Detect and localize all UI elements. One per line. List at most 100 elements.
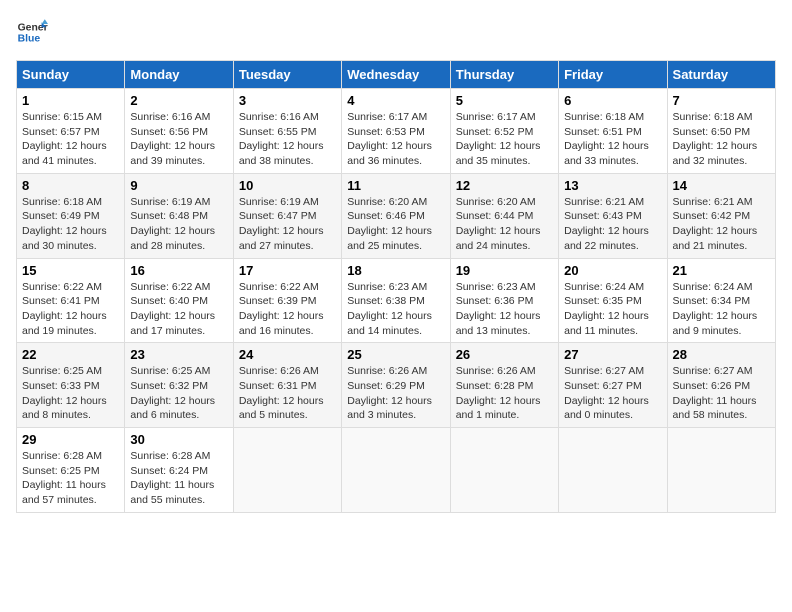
calendar-cell <box>667 428 775 513</box>
calendar-cell: 3 Sunrise: 6:16 AM Sunset: 6:55 PM Dayli… <box>233 89 341 174</box>
calendar-cell: 28 Sunrise: 6:27 AM Sunset: 6:26 PM Dayl… <box>667 343 775 428</box>
day-number: 6 <box>564 93 661 108</box>
day-detail: Sunrise: 6:24 AM Sunset: 6:34 PM Dayligh… <box>673 280 770 339</box>
day-detail: Sunrise: 6:16 AM Sunset: 6:56 PM Dayligh… <box>130 110 227 169</box>
col-header-sunday: Sunday <box>17 61 125 89</box>
calendar-cell: 26 Sunrise: 6:26 AM Sunset: 6:28 PM Dayl… <box>450 343 558 428</box>
logo-icon: General Blue <box>16 16 48 48</box>
day-detail: Sunrise: 6:21 AM Sunset: 6:42 PM Dayligh… <box>673 195 770 254</box>
day-detail: Sunrise: 6:26 AM Sunset: 6:31 PM Dayligh… <box>239 364 336 423</box>
day-detail: Sunrise: 6:22 AM Sunset: 6:40 PM Dayligh… <box>130 280 227 339</box>
calendar-cell: 30 Sunrise: 6:28 AM Sunset: 6:24 PM Dayl… <box>125 428 233 513</box>
calendar-header-row: SundayMondayTuesdayWednesdayThursdayFrid… <box>17 61 776 89</box>
day-detail: Sunrise: 6:27 AM Sunset: 6:26 PM Dayligh… <box>673 364 770 423</box>
calendar-cell: 10 Sunrise: 6:19 AM Sunset: 6:47 PM Dayl… <box>233 173 341 258</box>
day-detail: Sunrise: 6:23 AM Sunset: 6:36 PM Dayligh… <box>456 280 553 339</box>
day-number: 8 <box>22 178 119 193</box>
day-detail: Sunrise: 6:18 AM Sunset: 6:49 PM Dayligh… <box>22 195 119 254</box>
calendar-week-1: 1 Sunrise: 6:15 AM Sunset: 6:57 PM Dayli… <box>17 89 776 174</box>
col-header-monday: Monday <box>125 61 233 89</box>
day-number: 4 <box>347 93 444 108</box>
day-detail: Sunrise: 6:25 AM Sunset: 6:32 PM Dayligh… <box>130 364 227 423</box>
day-number: 13 <box>564 178 661 193</box>
day-number: 12 <box>456 178 553 193</box>
calendar-week-3: 15 Sunrise: 6:22 AM Sunset: 6:41 PM Dayl… <box>17 258 776 343</box>
calendar-cell: 9 Sunrise: 6:19 AM Sunset: 6:48 PM Dayli… <box>125 173 233 258</box>
col-header-thursday: Thursday <box>450 61 558 89</box>
calendar-cell: 5 Sunrise: 6:17 AM Sunset: 6:52 PM Dayli… <box>450 89 558 174</box>
day-number: 21 <box>673 263 770 278</box>
calendar-cell: 23 Sunrise: 6:25 AM Sunset: 6:32 PM Dayl… <box>125 343 233 428</box>
day-detail: Sunrise: 6:24 AM Sunset: 6:35 PM Dayligh… <box>564 280 661 339</box>
day-number: 3 <box>239 93 336 108</box>
day-number: 5 <box>456 93 553 108</box>
day-detail: Sunrise: 6:22 AM Sunset: 6:39 PM Dayligh… <box>239 280 336 339</box>
day-number: 7 <box>673 93 770 108</box>
day-detail: Sunrise: 6:22 AM Sunset: 6:41 PM Dayligh… <box>22 280 119 339</box>
calendar-cell: 16 Sunrise: 6:22 AM Sunset: 6:40 PM Dayl… <box>125 258 233 343</box>
calendar-table: SundayMondayTuesdayWednesdayThursdayFrid… <box>16 60 776 513</box>
calendar-cell: 20 Sunrise: 6:24 AM Sunset: 6:35 PM Dayl… <box>559 258 667 343</box>
day-number: 19 <box>456 263 553 278</box>
calendar-cell: 6 Sunrise: 6:18 AM Sunset: 6:51 PM Dayli… <box>559 89 667 174</box>
day-number: 25 <box>347 347 444 362</box>
day-number: 16 <box>130 263 227 278</box>
calendar-cell: 21 Sunrise: 6:24 AM Sunset: 6:34 PM Dayl… <box>667 258 775 343</box>
day-number: 18 <box>347 263 444 278</box>
day-number: 17 <box>239 263 336 278</box>
day-number: 9 <box>130 178 227 193</box>
day-detail: Sunrise: 6:20 AM Sunset: 6:44 PM Dayligh… <box>456 195 553 254</box>
calendar-cell <box>342 428 450 513</box>
calendar-cell: 19 Sunrise: 6:23 AM Sunset: 6:36 PM Dayl… <box>450 258 558 343</box>
day-number: 27 <box>564 347 661 362</box>
day-detail: Sunrise: 6:26 AM Sunset: 6:28 PM Dayligh… <box>456 364 553 423</box>
svg-text:General: General <box>18 22 48 33</box>
day-detail: Sunrise: 6:17 AM Sunset: 6:53 PM Dayligh… <box>347 110 444 169</box>
calendar-week-2: 8 Sunrise: 6:18 AM Sunset: 6:49 PM Dayli… <box>17 173 776 258</box>
day-number: 28 <box>673 347 770 362</box>
day-detail: Sunrise: 6:26 AM Sunset: 6:29 PM Dayligh… <box>347 364 444 423</box>
day-detail: Sunrise: 6:19 AM Sunset: 6:48 PM Dayligh… <box>130 195 227 254</box>
calendar-cell <box>233 428 341 513</box>
calendar-cell: 4 Sunrise: 6:17 AM Sunset: 6:53 PM Dayli… <box>342 89 450 174</box>
day-detail: Sunrise: 6:23 AM Sunset: 6:38 PM Dayligh… <box>347 280 444 339</box>
day-detail: Sunrise: 6:21 AM Sunset: 6:43 PM Dayligh… <box>564 195 661 254</box>
page-header: General Blue <box>16 16 776 48</box>
calendar-cell: 29 Sunrise: 6:28 AM Sunset: 6:25 PM Dayl… <box>17 428 125 513</box>
day-detail: Sunrise: 6:15 AM Sunset: 6:57 PM Dayligh… <box>22 110 119 169</box>
calendar-cell: 2 Sunrise: 6:16 AM Sunset: 6:56 PM Dayli… <box>125 89 233 174</box>
calendar-cell: 1 Sunrise: 6:15 AM Sunset: 6:57 PM Dayli… <box>17 89 125 174</box>
calendar-cell <box>450 428 558 513</box>
day-number: 30 <box>130 432 227 447</box>
calendar-cell: 27 Sunrise: 6:27 AM Sunset: 6:27 PM Dayl… <box>559 343 667 428</box>
day-number: 15 <box>22 263 119 278</box>
calendar-cell: 17 Sunrise: 6:22 AM Sunset: 6:39 PM Dayl… <box>233 258 341 343</box>
calendar-cell: 24 Sunrise: 6:26 AM Sunset: 6:31 PM Dayl… <box>233 343 341 428</box>
calendar-cell: 25 Sunrise: 6:26 AM Sunset: 6:29 PM Dayl… <box>342 343 450 428</box>
day-detail: Sunrise: 6:18 AM Sunset: 6:51 PM Dayligh… <box>564 110 661 169</box>
day-number: 14 <box>673 178 770 193</box>
calendar-cell: 18 Sunrise: 6:23 AM Sunset: 6:38 PM Dayl… <box>342 258 450 343</box>
calendar-cell <box>559 428 667 513</box>
calendar-cell: 15 Sunrise: 6:22 AM Sunset: 6:41 PM Dayl… <box>17 258 125 343</box>
calendar-cell: 11 Sunrise: 6:20 AM Sunset: 6:46 PM Dayl… <box>342 173 450 258</box>
col-header-tuesday: Tuesday <box>233 61 341 89</box>
day-number: 26 <box>456 347 553 362</box>
calendar-cell: 14 Sunrise: 6:21 AM Sunset: 6:42 PM Dayl… <box>667 173 775 258</box>
day-number: 24 <box>239 347 336 362</box>
day-detail: Sunrise: 6:19 AM Sunset: 6:47 PM Dayligh… <box>239 195 336 254</box>
col-header-wednesday: Wednesday <box>342 61 450 89</box>
day-detail: Sunrise: 6:16 AM Sunset: 6:55 PM Dayligh… <box>239 110 336 169</box>
calendar-cell: 13 Sunrise: 6:21 AM Sunset: 6:43 PM Dayl… <box>559 173 667 258</box>
day-number: 1 <box>22 93 119 108</box>
calendar-cell: 12 Sunrise: 6:20 AM Sunset: 6:44 PM Dayl… <box>450 173 558 258</box>
day-number: 22 <box>22 347 119 362</box>
col-header-saturday: Saturday <box>667 61 775 89</box>
day-number: 29 <box>22 432 119 447</box>
calendar-cell: 7 Sunrise: 6:18 AM Sunset: 6:50 PM Dayli… <box>667 89 775 174</box>
day-number: 11 <box>347 178 444 193</box>
day-detail: Sunrise: 6:27 AM Sunset: 6:27 PM Dayligh… <box>564 364 661 423</box>
svg-text:Blue: Blue <box>18 34 41 45</box>
day-number: 2 <box>130 93 227 108</box>
day-detail: Sunrise: 6:28 AM Sunset: 6:24 PM Dayligh… <box>130 449 227 508</box>
